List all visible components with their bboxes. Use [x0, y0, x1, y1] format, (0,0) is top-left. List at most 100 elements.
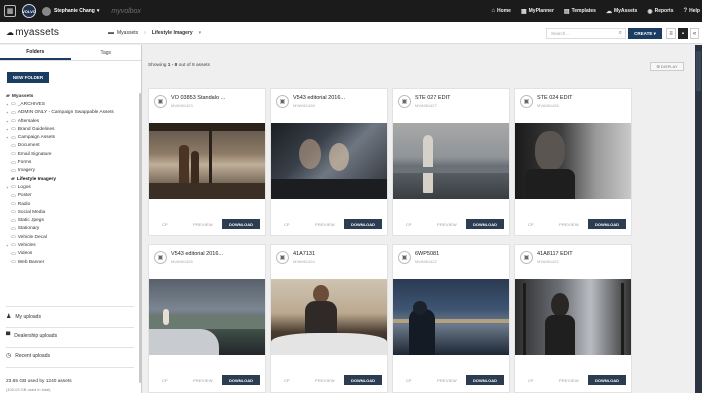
asset-card[interactable]: ▣ 41A7131 MVA961424 CP PREVIEW DOWNLOAD [270, 244, 388, 393]
copy-button[interactable]: CP [284, 222, 290, 227]
folder-icon: ▭ [11, 234, 16, 241]
asset-card[interactable]: ▣ 6WP5081 MVA961422 CP PREVIEW DOWNLOAD [392, 244, 510, 393]
download-button[interactable]: DOWNLOAD [466, 219, 504, 229]
create-button[interactable]: CREATE ▾ [628, 28, 662, 39]
download-button[interactable]: DOWNLOAD [222, 375, 260, 385]
asset-card[interactable]: ▣ STE 027 EDIT MVA961427 CP PREVIEW DOWN… [392, 88, 510, 236]
tree-item[interactable]: ▭ Document [6, 142, 138, 150]
asset-title[interactable]: 41A7131 [293, 251, 315, 257]
tree-item[interactable]: ▭ Email Signature [6, 150, 138, 158]
download-button[interactable]: DOWNLOAD [222, 219, 260, 229]
breadcrumb-myassets[interactable]: Myassets [117, 30, 138, 36]
copy-button[interactable]: CP [406, 378, 412, 383]
tree-item[interactable]: + ▭ Brand Guidelines [6, 125, 138, 133]
download-button[interactable]: DOWNLOAD [588, 375, 626, 385]
chevron-down-icon[interactable]: ▾ [199, 30, 202, 36]
tree-item[interactable]: ▭ Social Media [6, 208, 138, 216]
download-button[interactable]: DOWNLOAD [466, 375, 504, 385]
copy-button[interactable]: CP [528, 222, 534, 227]
nav-myplanner[interactable]: ▦ MyPlanner [521, 8, 554, 15]
myassets-logo[interactable]: ☁myassets [6, 27, 59, 38]
nav-myassets[interactable]: ☁ MyAssets [606, 8, 637, 15]
volvo-logo[interactable]: VOLVO [22, 4, 36, 18]
new-folder-button[interactable]: NEW FOLDER [7, 72, 49, 83]
nav-home[interactable]: ⌂ Home [491, 8, 511, 14]
download-button[interactable]: DOWNLOAD [588, 219, 626, 229]
nav-help[interactable]: ? Help [683, 8, 700, 14]
copy-button[interactable]: CP [162, 222, 168, 227]
right-side-panel[interactable] [695, 45, 702, 393]
tree-item[interactable]: + ▭ _ARCHIVES [6, 100, 138, 108]
tree-item[interactable]: ▭ Vehicle Decal [6, 233, 138, 241]
tree-item[interactable]: ▭ Forms [6, 158, 138, 166]
grid-view-icon[interactable]: ▪ [678, 28, 688, 39]
asset-title[interactable]: VO 03853 Standalo ... [171, 95, 225, 101]
asset-thumbnail[interactable] [515, 123, 631, 199]
asset-title[interactable]: V543 editorial 2016... [293, 95, 345, 101]
asset-title[interactable]: STE 024 EDIT [537, 95, 572, 101]
copy-button[interactable]: CP [284, 378, 290, 383]
asset-thumbnail[interactable] [393, 279, 509, 355]
download-button[interactable]: DOWNLOAD [344, 375, 382, 385]
tree-item[interactable]: + ▭ Vehicles [6, 241, 138, 249]
preview-button[interactable]: PREVIEW [193, 222, 213, 227]
tree-item[interactable]: ▭ Imagery [6, 167, 138, 175]
tab-folders[interactable]: Folders [0, 45, 71, 60]
preview-button[interactable]: PREVIEW [559, 222, 579, 227]
asset-thumbnail[interactable] [515, 279, 631, 355]
tab-tags[interactable]: Tags [71, 45, 142, 60]
collapse-panel-icon[interactable]: « [690, 28, 699, 39]
tree-item[interactable]: ▭ Static Jpegs [6, 216, 138, 224]
search-icon[interactable]: ⌕ [619, 30, 622, 37]
preview-button[interactable]: PREVIEW [315, 222, 335, 227]
asset-card[interactable]: ▣ VO 03853 Standalo ... MVA961423 CP PRE… [148, 88, 266, 236]
tree-label: Imagery [17, 168, 36, 174]
display-button[interactable]: ⊞ DISPLAY [650, 62, 684, 71]
asset-title[interactable]: V543 editorial 2016... [171, 251, 223, 257]
asset-title[interactable]: STE 027 EDIT [415, 95, 450, 101]
dealership-uploads-link[interactable]: ▀ Dealership uploads [6, 333, 138, 339]
asset-title[interactable]: 41A8117 EDIT [537, 251, 573, 257]
tree-item[interactable]: ▭ Radio [6, 200, 138, 208]
search-input[interactable]: Search... ⌕ [546, 28, 626, 39]
preview-button[interactable]: PREVIEW [193, 378, 213, 383]
copy-button[interactable]: CP [406, 222, 412, 227]
copy-button[interactable]: CP [528, 378, 534, 383]
preview-button[interactable]: PREVIEW [559, 378, 579, 383]
panel-handle[interactable] [696, 51, 701, 91]
my-uploads-link[interactable]: ♟ My uploads [6, 313, 138, 321]
tree-item[interactable]: + ▭ Logos [6, 183, 138, 191]
preview-button[interactable]: PREVIEW [437, 378, 457, 383]
tree-item[interactable]: + ▭ Campaign Assets [6, 133, 138, 141]
breadcrumb-current[interactable]: Lifestyle Imagery [152, 30, 193, 36]
asset-thumbnail[interactable] [271, 123, 387, 199]
tree-item[interactable]: ▭ Videos [6, 250, 138, 258]
tree-item[interactable]: ▭ Stationary [6, 225, 138, 233]
asset-title[interactable]: 6WP5081 [415, 251, 439, 257]
asset-card[interactable]: ▣ STE 024 EDIT MVA961426 CP PREVIEW DOWN… [514, 88, 632, 236]
recent-uploads-link[interactable]: ◷ Recent uploads [6, 352, 138, 360]
tree-item-myassets[interactable]: ▰ Myassets [6, 92, 138, 100]
apps-grid-icon[interactable]: ▦ [4, 5, 16, 17]
nav-reports[interactable]: ◉ Reports [647, 8, 673, 15]
tree-item-selected[interactable]: ▰ Lifestyle Imagery [6, 175, 138, 183]
tree-item[interactable]: + ▭ Aftersales [6, 117, 138, 125]
asset-thumbnail[interactable] [393, 123, 509, 199]
tree-item[interactable]: ▭ Poster [6, 192, 138, 200]
preview-button[interactable]: PREVIEW [437, 222, 457, 227]
preview-button[interactable]: PREVIEW [315, 378, 335, 383]
tree-item[interactable]: + ▭ ADMIN ONLY - Campaign Swappable Assets [6, 109, 138, 117]
nav-templates[interactable]: ▤ Templates [564, 8, 596, 15]
copy-button[interactable]: CP [162, 378, 168, 383]
asset-thumbnail[interactable] [149, 123, 265, 199]
tree-item[interactable]: ▭ Web Banner [6, 258, 138, 266]
asset-thumbnail[interactable] [149, 279, 265, 355]
asset-card[interactable]: ▣ 41A8117 EDIT MVA961422 CP PREVIEW DOWN… [514, 244, 632, 393]
user-menu[interactable]: Stephanie Chang ▾ [42, 6, 99, 16]
asset-thumbnail[interactable] [271, 279, 387, 355]
asset-card[interactable]: ▣ V543 editorial 2016... MVA961428 CP PR… [270, 88, 388, 236]
sidebar-scrollbar[interactable] [139, 93, 142, 383]
asset-card[interactable]: ▣ V543 editorial 2016... MVA961425 CP PR… [148, 244, 266, 393]
list-view-icon[interactable]: ≡ [666, 28, 676, 39]
download-button[interactable]: DOWNLOAD [344, 219, 382, 229]
